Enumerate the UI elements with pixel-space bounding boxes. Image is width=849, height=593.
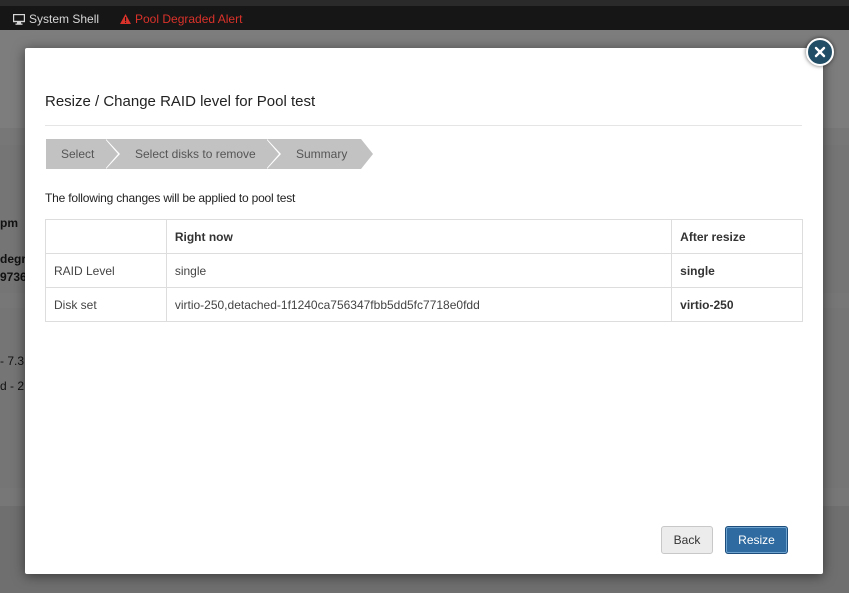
summary-intro-text: The following changes will be applied to…	[45, 191, 296, 205]
background-text: 9736	[0, 270, 27, 284]
table-cell: virtio-250	[671, 287, 803, 322]
table-cell: single	[165, 253, 673, 288]
wizard-step-select-disks[interactable]: Select disks to remove	[106, 139, 267, 169]
back-button[interactable]: Back	[661, 526, 713, 554]
background-text: - 7.3	[0, 354, 25, 368]
wizard-step-select[interactable]: Select	[46, 139, 106, 169]
title-divider	[45, 125, 802, 126]
table-cell: virtio-250,detached-1f1240ca756347fbb5dd…	[165, 287, 673, 322]
resize-button[interactable]: Resize	[725, 526, 788, 554]
modal-title: Resize / Change RAID level for Pool test	[45, 93, 316, 110]
resize-pool-modal: Resize / Change RAID level for Pool test…	[25, 48, 823, 574]
table-header	[45, 219, 167, 254]
step-arrow-end	[361, 139, 373, 169]
table-header: After resize	[671, 219, 803, 254]
changes-table: Right now After resize RAID Level single…	[45, 219, 803, 322]
system-shell-label: System Shell	[29, 12, 100, 26]
pool-degraded-alert-link[interactable]: Pool Degraded Alert	[120, 12, 242, 26]
wizard-step-label: Summary	[296, 147, 348, 161]
background-text: d - 2.	[0, 379, 28, 393]
desktop-icon	[13, 13, 25, 25]
system-shell-link[interactable]: System Shell	[13, 12, 99, 26]
step-separator	[105, 139, 118, 169]
wizard-step-label: Select	[61, 147, 95, 161]
table-header: Right now	[165, 219, 673, 254]
wizard-step-summary[interactable]: Summary	[267, 139, 361, 169]
warning-icon	[120, 14, 131, 24]
step-separator	[266, 139, 279, 169]
table-row: Disk set virtio-250,detached-1f1240ca756…	[45, 287, 803, 322]
table-cell: single	[671, 253, 803, 288]
close-modal-button[interactable]	[806, 38, 834, 66]
pool-degraded-alert-label: Pool Degraded Alert	[135, 12, 243, 26]
background-text: pm	[0, 216, 18, 230]
table-row: RAID Level single single	[45, 253, 803, 288]
top-nav-bar: System Shell Pool Degraded Alert	[0, 0, 849, 30]
close-icon	[814, 46, 826, 58]
table-header-row: Right now After resize	[45, 219, 803, 254]
table-cell: RAID Level	[45, 253, 167, 288]
wizard-step-label: Select disks to remove	[135, 147, 256, 161]
table-cell: Disk set	[45, 287, 167, 322]
